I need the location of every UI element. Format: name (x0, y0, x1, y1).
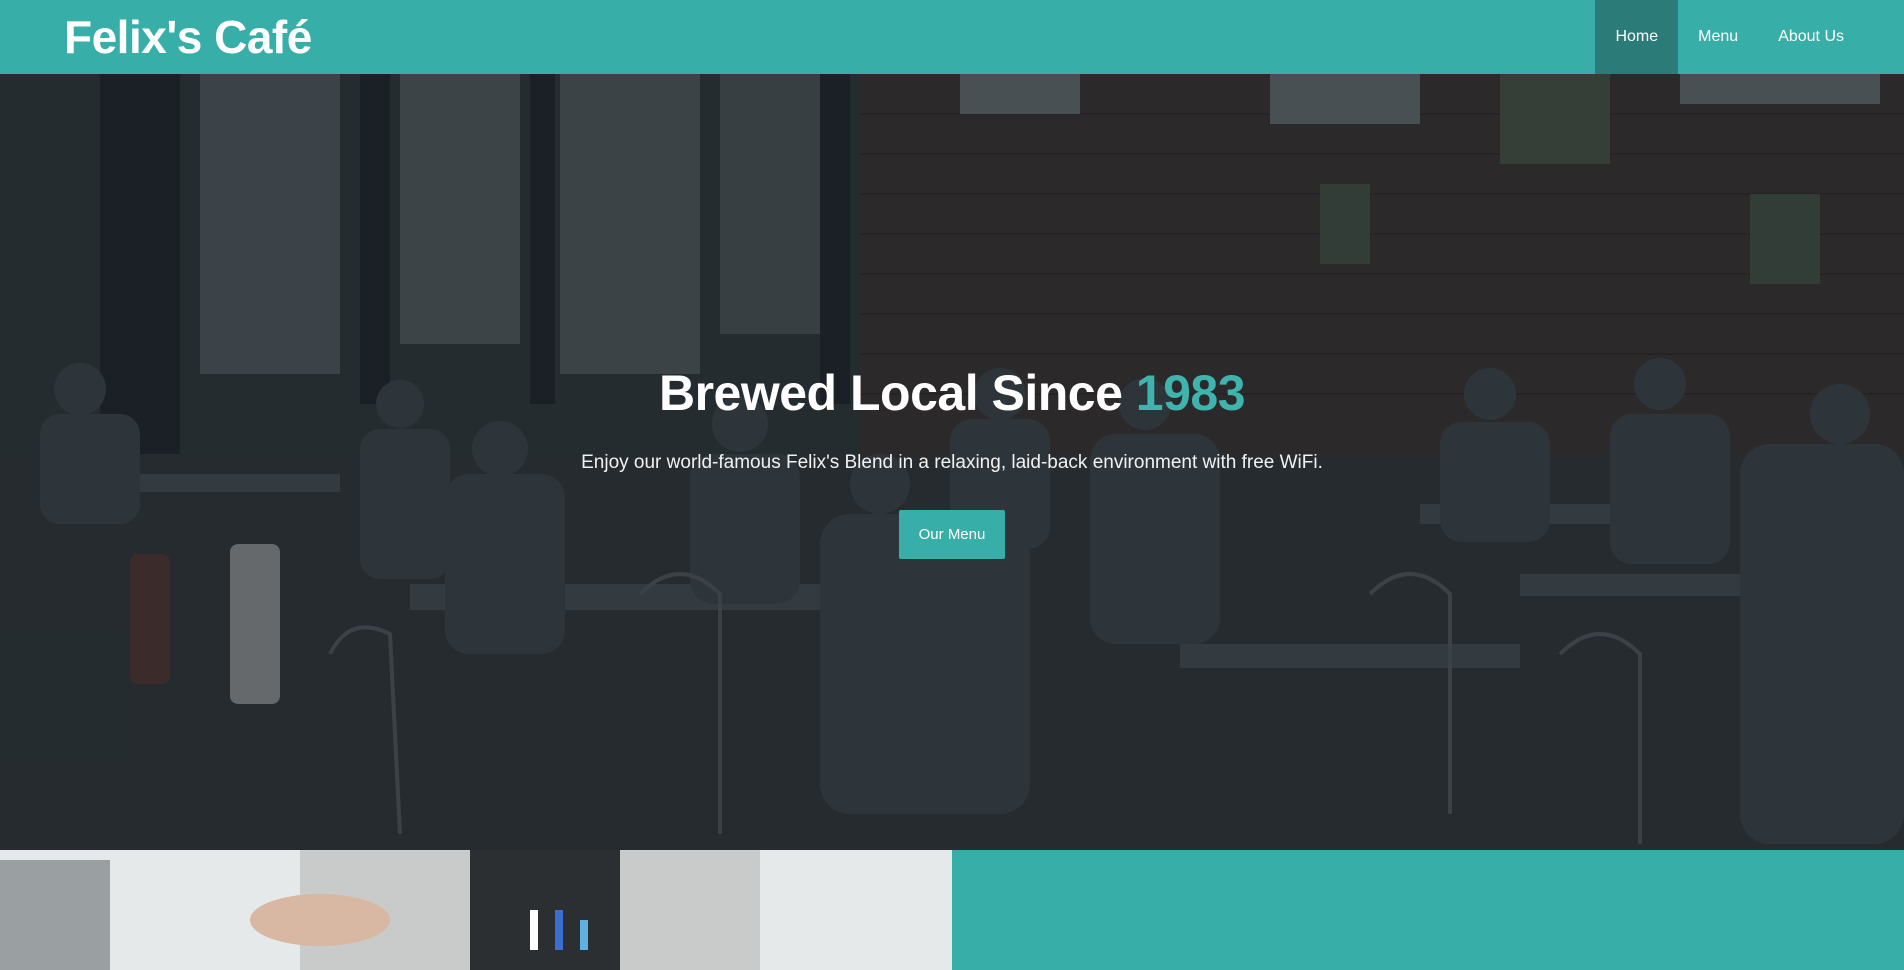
hero-subtitle: Enjoy our world-famous Felix's Blend in … (581, 452, 1323, 473)
hero-content: Brewed Local Since 1983 Enjoy our world-… (0, 364, 1904, 559)
hero-title-main: Brewed Local Since (658, 365, 1136, 421)
barista-image-panel (0, 850, 952, 970)
brand-logo[interactable]: Felix's Café (64, 0, 312, 74)
nav-item-about-us[interactable]: About Us (1758, 0, 1864, 74)
hero-title: Brewed Local Since 1983 (0, 364, 1904, 422)
hero-section: Brewed Local Since 1983 Enjoy our world-… (0, 74, 1904, 850)
our-menu-button[interactable]: Our Menu (898, 510, 1006, 559)
teal-info-panel (952, 850, 1904, 970)
nav-item-menu[interactable]: Menu (1678, 0, 1758, 74)
navbar: Felix's Café Home Menu About Us (0, 0, 1904, 74)
barista-image (0, 850, 952, 970)
hero-title-year: 1983 (1135, 365, 1246, 421)
nav-menu: Home Menu About Us (1595, 0, 1864, 74)
nav-item-home[interactable]: Home (1595, 0, 1679, 74)
